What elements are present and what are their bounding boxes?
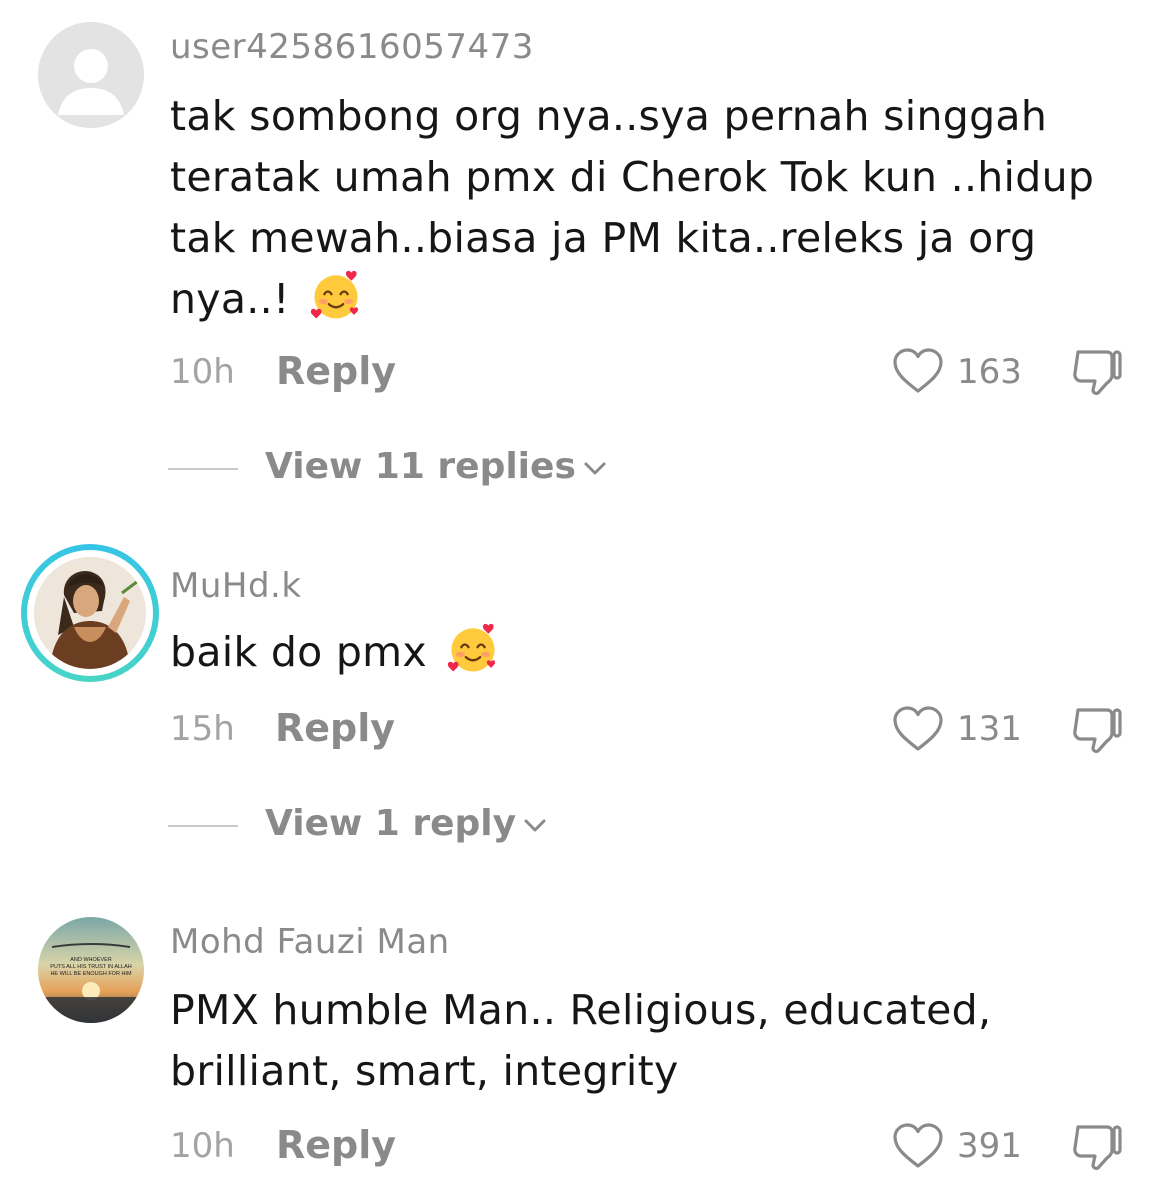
like-count: 391 bbox=[957, 1126, 1022, 1166]
svg-text:HE WILL BE ENOUGH FOR HIM: HE WILL BE ENOUGH FOR HIM bbox=[50, 971, 132, 977]
comment-item: AND WHOEVER PUTS ALL HIS TRUST IN ALLAH … bbox=[0, 890, 1170, 1188]
like-count: 131 bbox=[957, 709, 1022, 749]
avatar[interactable]: AND WHOEVER PUTS ALL HIS TRUST IN ALLAH … bbox=[38, 917, 144, 1023]
svg-text:PUTS ALL HIS TRUST IN ALLAH: PUTS ALL HIS TRUST IN ALLAH bbox=[50, 964, 132, 970]
avatar-default[interactable] bbox=[38, 22, 144, 128]
comment-username[interactable]: user4258616057473 bbox=[170, 27, 534, 67]
comment-text: PMX humble Man.. Religious, educated, br… bbox=[170, 986, 992, 1095]
comment-text-content: baik do pmx bbox=[170, 628, 427, 676]
replies-divider bbox=[168, 825, 238, 827]
comment-timestamp: 10h bbox=[170, 352, 235, 392]
reply-button[interactable]: Reply bbox=[276, 349, 396, 393]
story-ring[interactable] bbox=[21, 544, 159, 682]
view-replies-label: View 11 replies bbox=[265, 446, 576, 487]
comment-username[interactable]: MuHd.k bbox=[170, 566, 302, 606]
heart-icon[interactable] bbox=[892, 347, 944, 395]
user-portrait-icon bbox=[34, 557, 146, 669]
like-count: 163 bbox=[957, 352, 1022, 392]
comment-text: baik do pmx bbox=[170, 622, 1130, 693]
comment-item: MuHd.k baik do pmx 15h Reply 131 View 1 … bbox=[0, 520, 1170, 890]
comment-username[interactable]: Mohd Fauzi Man bbox=[170, 922, 450, 962]
sunset-quote-avatar-icon: AND WHOEVER PUTS ALL HIS TRUST IN ALLAH … bbox=[38, 917, 144, 1023]
reply-button[interactable]: Reply bbox=[275, 706, 395, 750]
view-replies-button[interactable]: View 1 reply bbox=[265, 803, 548, 844]
thumbs-down-icon[interactable] bbox=[1070, 705, 1124, 755]
smiling-face-with-hearts-icon bbox=[309, 269, 363, 340]
comment-timestamp: 15h bbox=[170, 709, 235, 749]
comment-text: tak sombong org nya..sya pernah singgah … bbox=[170, 86, 1130, 340]
heart-icon[interactable] bbox=[892, 1122, 944, 1170]
replies-divider bbox=[168, 468, 238, 470]
reply-button[interactable]: Reply bbox=[276, 1123, 396, 1167]
comment-item: user4258616057473 tak sombong org nya..s… bbox=[0, 0, 1170, 520]
view-replies-label: View 1 reply bbox=[265, 803, 517, 844]
comment-timestamp: 10h bbox=[170, 1126, 235, 1166]
heart-icon[interactable] bbox=[892, 705, 944, 753]
default-user-icon bbox=[38, 22, 144, 128]
view-replies-button[interactable]: View 11 replies bbox=[265, 446, 608, 487]
thumbs-down-icon[interactable] bbox=[1070, 347, 1124, 397]
thumbs-down-icon[interactable] bbox=[1070, 1122, 1124, 1172]
smiling-face-with-hearts-icon bbox=[446, 622, 500, 693]
chevron-down-icon bbox=[584, 462, 606, 475]
avatar bbox=[34, 557, 146, 669]
svg-text:AND WHOEVER: AND WHOEVER bbox=[70, 957, 112, 963]
chevron-down-icon bbox=[524, 819, 546, 832]
